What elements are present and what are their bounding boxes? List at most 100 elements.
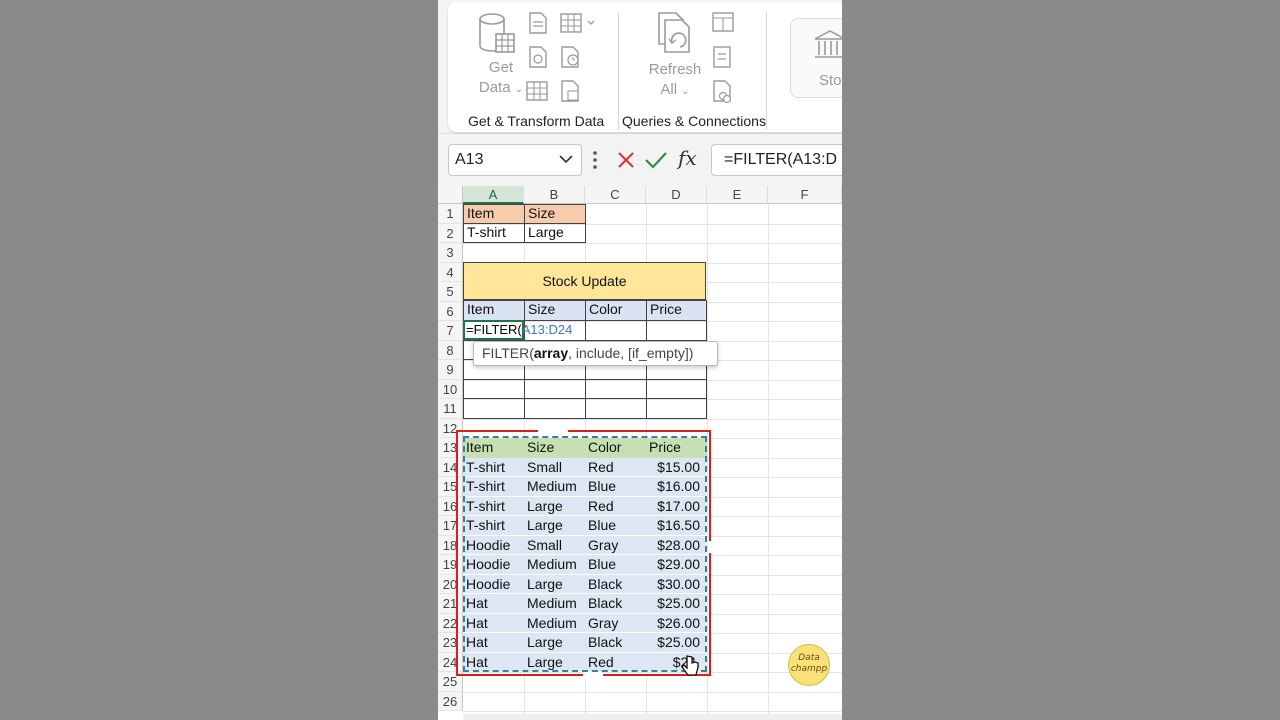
stock-update-cell[interactable]	[524, 378, 586, 399]
row-header-7[interactable]: 7	[438, 321, 463, 341]
sheet-icon[interactable]	[528, 12, 548, 34]
row-header-14[interactable]: 14	[438, 457, 463, 477]
source-cell[interactable]: Medium	[524, 613, 586, 633]
row-header-13[interactable]: 13	[438, 438, 463, 458]
row-header-26[interactable]: 26	[438, 691, 463, 711]
source-cell[interactable]: Medium	[524, 477, 586, 497]
column-header-e[interactable]: E	[707, 186, 768, 204]
source-cell[interactable]: Gray	[585, 535, 647, 555]
column-header-d[interactable]: D	[646, 186, 707, 204]
row-header-8[interactable]: 8	[438, 340, 463, 360]
source-cell[interactable]: Large	[524, 574, 586, 594]
stock-update-header-item[interactable]: Item	[463, 300, 525, 321]
criteria-value-size[interactable]: Large	[524, 223, 586, 243]
source-cell[interactable]: Gray	[585, 613, 647, 633]
row-header-23[interactable]: 23	[438, 633, 463, 653]
properties-icon[interactable]	[712, 46, 732, 68]
horizontal-scrollbar[interactable]	[463, 714, 842, 720]
row-header-19[interactable]: 19	[438, 555, 463, 575]
source-cell[interactable]: Medium	[524, 555, 586, 575]
insert-function-icon[interactable]: fx	[678, 146, 697, 170]
close-icon[interactable]	[616, 150, 636, 170]
row-header-2[interactable]: 2	[438, 223, 463, 243]
stock-update-cell[interactable]	[463, 378, 525, 399]
source-cell[interactable]: $15.00	[646, 457, 707, 477]
row-header-18[interactable]: 18	[438, 535, 463, 555]
column-header-c[interactable]: C	[585, 186, 646, 204]
stock-update-cell[interactable]	[585, 320, 647, 341]
criteria-value-item[interactable]: T-shirt	[463, 223, 525, 243]
source-cell[interactable]: Red	[585, 496, 647, 516]
stock-update-cell[interactable]	[524, 398, 586, 419]
source-cell[interactable]: $16.50	[646, 516, 707, 536]
stock-update-header-size[interactable]: Size	[524, 300, 586, 321]
spreadsheet-grid[interactable]: A B C D E F 1 2 3 4 5 6 7 8 9 10 11 12 13 14 15 16 17 18 1…	[438, 186, 842, 720]
row-header-25[interactable]: 25	[438, 672, 463, 692]
row-header-12[interactable]: 12	[438, 418, 463, 438]
stock-update-cell[interactable]	[646, 320, 707, 341]
source-cell[interactable]: T-shirt	[463, 496, 525, 516]
from-table-icon[interactable]	[526, 80, 548, 102]
row-header-6[interactable]: 6	[438, 301, 463, 321]
source-cell[interactable]: Hat	[463, 652, 525, 672]
column-header-f[interactable]: F	[768, 186, 842, 204]
stock-update-cell[interactable]	[463, 398, 525, 419]
source-cell[interactable]: $26.00	[646, 613, 707, 633]
stock-update-cell[interactable]	[585, 378, 647, 399]
source-cell[interactable]: Blue	[585, 516, 647, 536]
source-cell[interactable]: Large	[524, 496, 586, 516]
source-cell[interactable]: Small	[524, 457, 586, 477]
stock-update-title[interactable]: Stock Update	[463, 262, 706, 300]
source-cell[interactable]: $25.00	[646, 594, 707, 614]
edit-links-icon[interactable]	[712, 80, 734, 104]
stock-update-header-price[interactable]: Price	[646, 300, 707, 321]
source-cell[interactable]: T-shirt	[463, 477, 525, 497]
criteria-header-item[interactable]: Item	[463, 204, 525, 224]
queries-icon[interactable]	[712, 12, 734, 32]
source-cell[interactable]: $16.00	[646, 477, 707, 497]
stock-update-header-color[interactable]: Color	[585, 300, 647, 321]
row-header-4[interactable]: 4	[438, 262, 463, 282]
source-header-item[interactable]: Item	[463, 438, 525, 458]
source-cell[interactable]: Black	[585, 574, 647, 594]
web-source-icon[interactable]	[528, 46, 548, 68]
source-header-price[interactable]: Price	[646, 438, 707, 458]
source-cell[interactable]: Hat	[463, 613, 525, 633]
source-cell[interactable]: Hat	[463, 633, 525, 653]
source-cell[interactable]: Red	[585, 652, 647, 672]
row-header-3[interactable]: 3	[438, 243, 463, 263]
row-header-11[interactable]: 11	[438, 399, 463, 419]
source-cell[interactable]: Blue	[585, 477, 647, 497]
stock-update-cell[interactable]	[646, 378, 707, 399]
source-cell[interactable]: Large	[524, 516, 586, 536]
table-icon[interactable]	[560, 12, 596, 34]
source-header-color[interactable]: Color	[585, 438, 647, 458]
source-cell[interactable]: Small	[524, 535, 586, 555]
criteria-header-size[interactable]: Size	[524, 204, 586, 224]
row-header-5[interactable]: 5	[438, 282, 463, 302]
refresh-all-button[interactable]: Refresh All ⌄	[640, 10, 710, 104]
cell-edit-text[interactable]: =FILTER(A13:D24	[466, 322, 572, 337]
stock-update-cell[interactable]	[646, 398, 707, 419]
row-header-17[interactable]: 17	[438, 516, 463, 536]
source-cell[interactable]: $29.00	[646, 555, 707, 575]
row-header-15[interactable]: 15	[438, 477, 463, 497]
existing-connections-icon[interactable]	[560, 80, 582, 102]
column-header-b[interactable]: B	[524, 186, 585, 204]
source-cell[interactable]: $28.00	[646, 535, 707, 555]
more-dots-icon[interactable]	[592, 150, 598, 170]
row-header-21[interactable]: 21	[438, 594, 463, 614]
stock-update-cell[interactable]	[585, 398, 647, 419]
source-cell[interactable]: Red	[585, 457, 647, 477]
select-all-corner[interactable]	[438, 186, 463, 204]
name-box[interactable]: A13	[448, 144, 582, 176]
recent-sources-icon[interactable]	[560, 46, 582, 68]
source-cell[interactable]: $17.00	[646, 496, 707, 516]
source-cell[interactable]: Medium	[524, 594, 586, 614]
row-header-20[interactable]: 20	[438, 574, 463, 594]
source-cell[interactable]: Black	[585, 594, 647, 614]
source-cell[interactable]: T-shirt	[463, 457, 525, 477]
source-cell[interactable]: Large	[524, 633, 586, 653]
formula-input[interactable]: =FILTER(A13:D	[711, 144, 842, 176]
stocks-button[interactable]: Stoc	[790, 18, 842, 98]
